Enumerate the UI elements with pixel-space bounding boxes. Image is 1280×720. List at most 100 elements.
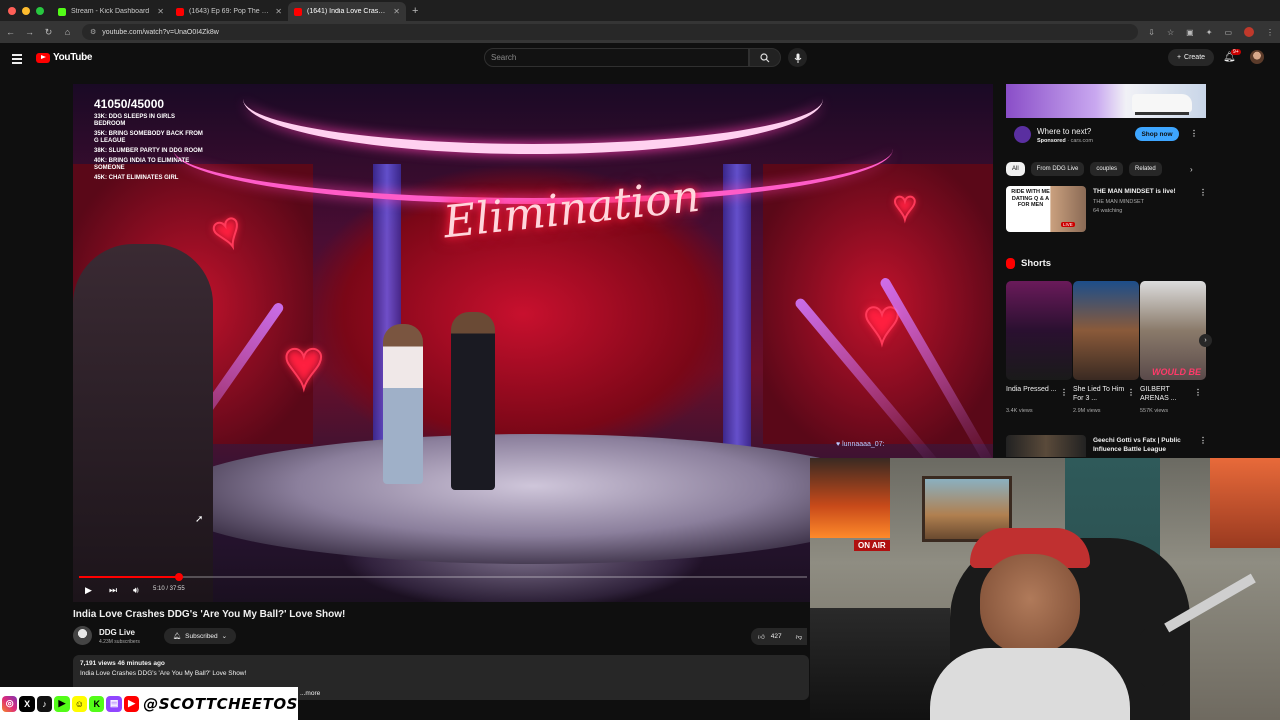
forward-arrow-icon[interactable]: → [25, 27, 34, 37]
more-options-icon[interactable]: ⋮ [1190, 129, 1198, 138]
volume-icon[interactable]: 🔊︎ [133, 585, 139, 596]
hamburger-menu-icon[interactable] [12, 54, 22, 64]
next-video-icon[interactable]: ⏭ [109, 585, 117, 596]
youtube-icon: ▶ [123, 695, 140, 712]
install-app-icon[interactable]: ⇩ [1148, 28, 1155, 37]
short-thumbnail[interactable] [1006, 281, 1072, 380]
chip-from-channel[interactable]: From DDG Live [1030, 162, 1085, 176]
browser-toolbar: ← → ↻ ⌂ ⚙ youtube.com/watch?v=UnaO0I4Zk8… [0, 21, 1280, 43]
browser-tab-kick[interactable]: Stream - Kick Dashboard ✕ [52, 2, 170, 21]
ad-domain: cars.com [1070, 138, 1093, 144]
extension-icon[interactable]: ▣ [1186, 28, 1194, 37]
microphone [1140, 628, 1166, 688]
advertiser-logo[interactable] [1014, 126, 1031, 143]
close-tab-icon[interactable]: ✕ [393, 7, 400, 16]
rumble-icon: ▶ [54, 695, 70, 712]
close-tab-icon[interactable]: ✕ [275, 7, 282, 16]
shop-now-button[interactable]: Shop now [1135, 127, 1179, 141]
watching-count: 64 watching [1093, 208, 1123, 214]
recommended-video-thumbnail[interactable]: RIDE WITH ME DATING Q & A FOR MEN LIVE [1006, 186, 1086, 232]
recommended-video-thumbnail[interactable] [1006, 435, 1086, 457]
more-options-icon[interactable]: ⋮ [1127, 388, 1135, 397]
progress-bar[interactable] [79, 573, 807, 581]
maximize-window-button[interactable] [36, 7, 44, 15]
recommended-video-title[interactable]: THE MAN MINDSET is live! [1093, 188, 1176, 195]
search-button[interactable] [749, 48, 781, 67]
streamer-face [980, 554, 1080, 654]
browser-menu-icon[interactable]: ⋮ [1266, 28, 1274, 37]
sponsored-ad-banner[interactable] [1006, 84, 1206, 118]
play-icon[interactable]: ▶ [85, 585, 92, 596]
live-badge: LIVE [1061, 222, 1075, 227]
goal-item: 40k: Bring India to eliminate someone [94, 158, 190, 171]
goal-item: 35k: Bring somebody back from G League [94, 131, 203, 144]
shorts-next-button[interactable]: › [1199, 334, 1212, 347]
home-icon[interactable]: ⌂ [63, 27, 72, 37]
short-title[interactable]: She Lied To Him For 3 ... [1073, 385, 1127, 403]
site-info-icon[interactable]: ⚙ [90, 28, 96, 36]
voice-search-button[interactable] [788, 48, 807, 67]
more-options-icon[interactable]: ⋮ [1060, 388, 1068, 397]
extensions-puzzle-icon[interactable]: ✦ [1206, 28, 1213, 37]
short-thumbnail[interactable]: WOULD BE [1140, 281, 1206, 380]
channel-avatar[interactable] [73, 626, 92, 645]
close-tab-icon[interactable]: ✕ [157, 7, 164, 16]
goal-list: 33k: DDG sleeps in girls bedroom 35k: Br… [94, 114, 204, 185]
tab-title: (1643) Ep 69: Pop The Balloon [189, 8, 271, 15]
more-options-icon[interactable]: ⋮ [1199, 436, 1207, 445]
mouse-cursor-icon: ➚ [195, 514, 204, 525]
ad-title[interactable]: Where to next? [1037, 127, 1091, 136]
recommended-video-title[interactable]: Geechi Gotti vs Fatx | Public Influence … [1093, 436, 1193, 454]
more-options-icon[interactable]: ⋮ [1199, 188, 1207, 197]
scrubber-handle[interactable] [174, 573, 183, 581]
ad-sponsor-line: Sponsored · cars.com [1037, 138, 1093, 144]
like-button[interactable]: 👍︎ 427 👎︎ [751, 628, 807, 645]
social-handle-overlay: ◎ X ♪ ▶ ☺ K ▤ ▶ @SCOTTCHEETOS [0, 687, 298, 720]
create-label: Create [1184, 54, 1206, 61]
short-title[interactable]: India Pressed ... [1006, 385, 1060, 394]
show-more-link[interactable]: ...more [300, 690, 320, 697]
stage-floor [163, 434, 903, 564]
chevron-down-icon: ⌄ [221, 633, 228, 640]
streamer-shirt [930, 648, 1130, 720]
account-avatar[interactable] [1250, 50, 1264, 64]
minimize-window-button[interactable] [22, 7, 30, 15]
shorts-header: Shorts [1006, 258, 1051, 269]
chip-all[interactable]: All [1006, 162, 1025, 176]
create-button[interactable]: + Create [1168, 49, 1214, 66]
url-text: youtube.com/watch?v=UnaO0I4Zk8w [102, 28, 219, 36]
more-options-icon[interactable]: ⋮ [1194, 388, 1202, 397]
chip-couples[interactable]: couples [1090, 162, 1124, 176]
chevron-right-icon[interactable]: › [1190, 165, 1193, 174]
time-display: 5:10 / 37:55 [153, 586, 185, 592]
sidebar-toggle-icon[interactable]: ▭ [1224, 28, 1232, 37]
chip-related[interactable]: Related [1129, 162, 1162, 176]
back-arrow-icon[interactable]: ← [6, 27, 15, 37]
browser-tab-active[interactable]: (1641) India Love Crashes DDG ✕ [288, 2, 406, 21]
youtube-logo[interactable]: YouTube [36, 52, 93, 63]
channel-name[interactable]: DDG Live [99, 628, 135, 637]
snapchat-icon: ☺ [71, 695, 88, 712]
short-views: 557K views [1140, 408, 1169, 414]
search-input[interactable]: Search [484, 48, 749, 67]
short-title[interactable]: GILBERT ARENAS ... [1140, 385, 1194, 403]
browser-tab-pop-the-balloon[interactable]: (1643) Ep 69: Pop The Balloon ✕ [170, 2, 288, 21]
sponsored-label: Sponsored [1037, 138, 1066, 144]
short-thumbnail[interactable] [1073, 281, 1139, 380]
reload-icon[interactable]: ↻ [44, 27, 53, 38]
foreground-silhouette [73, 244, 213, 602]
short-views: 2.9M views [1073, 408, 1101, 414]
person-figure [451, 312, 495, 490]
recommended-channel-name[interactable]: THE MAN MINDSET [1093, 199, 1144, 205]
bookmark-star-icon[interactable]: ☆ [1167, 28, 1174, 37]
youtube-favicon-icon [294, 7, 302, 16]
address-bar[interactable]: ⚙ youtube.com/watch?v=UnaO0I4Zk8w [82, 24, 1139, 40]
thumbs-down-icon[interactable]: 👎︎ [796, 633, 803, 641]
bell-icon: 🔔︎ [172, 633, 182, 640]
tab-title: (1641) India Love Crashes DDG [307, 8, 389, 15]
close-window-button[interactable] [8, 7, 16, 15]
player-controls: ▶ ⏭ 🔊︎ 5:10 / 37:55 [73, 570, 813, 602]
subscribed-button[interactable]: 🔔︎ Subscribed ⌄ [164, 628, 236, 644]
new-tab-button[interactable]: + [406, 5, 424, 21]
profile-avatar[interactable] [1244, 27, 1254, 37]
